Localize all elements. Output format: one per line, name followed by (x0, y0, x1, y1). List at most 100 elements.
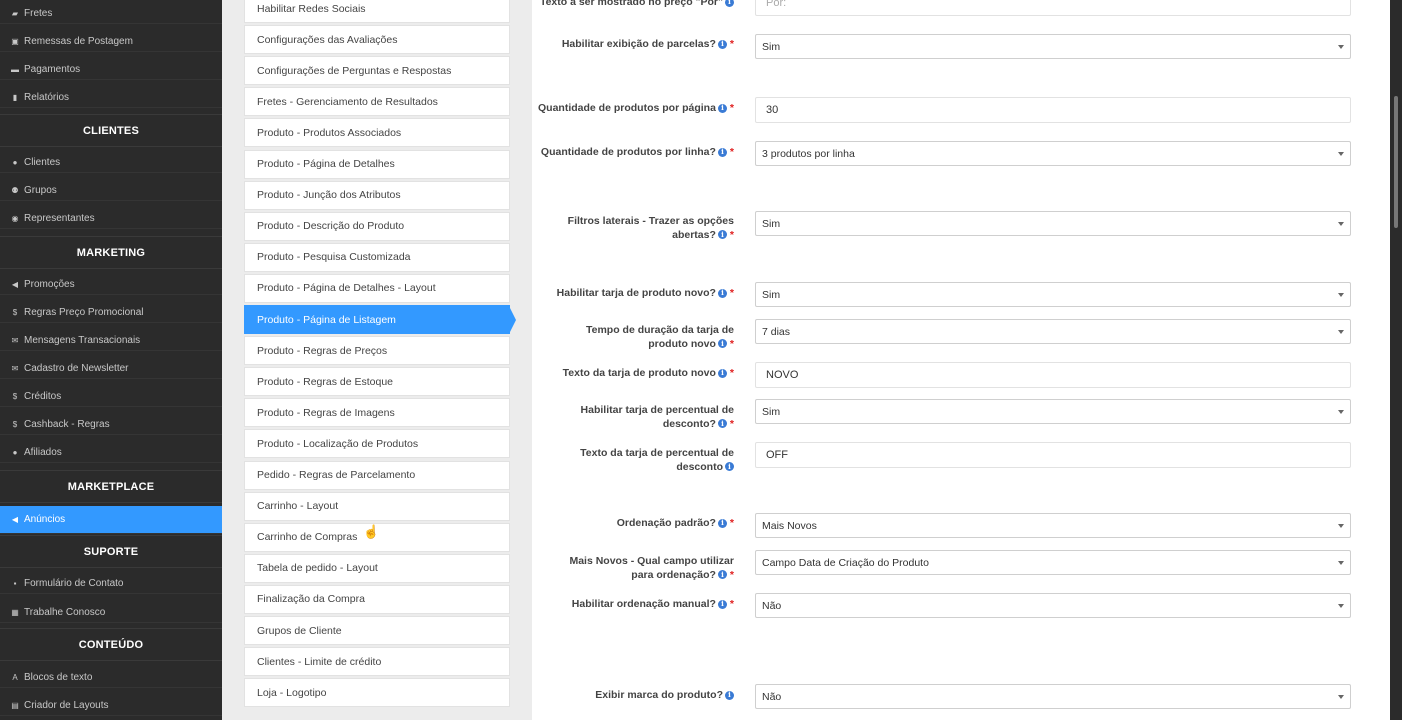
select-field[interactable]: Sim (755, 34, 1351, 59)
sidebar-item-grupos[interactable]: ⚉ Grupos (0, 181, 222, 201)
sidebar-item-criador-de-layouts[interactable]: ▤ Criador de Layouts (0, 696, 222, 716)
text-input[interactable]: OFF (755, 442, 1351, 468)
text-input[interactable]: 30 (755, 97, 1351, 123)
field-label-text: Quantidade de produtos por página (537, 102, 716, 114)
sidebar-item-mensagens-transacionais[interactable]: ✉ Mensagens Transacionais (0, 331, 222, 351)
config-menu-item[interactable]: Produto - Página de Detalhes (244, 149, 510, 179)
info-icon[interactable]: i (717, 599, 727, 609)
sidebar-item-promocoes[interactable]: ◀ Promoções (0, 275, 222, 295)
field-label: Habilitar tarja de produto novo? i * (534, 287, 734, 301)
sidebar-item-trabalhe-conosco[interactable]: ▦ Trabalhe Conosco (0, 603, 222, 623)
config-menu-item[interactable]: Tabela de pedido - Layout (244, 553, 510, 583)
field-label: Texto da tarja de produto novo i * (534, 367, 734, 381)
select-field[interactable]: Não (755, 684, 1351, 709)
required-asterisk: * (729, 102, 734, 114)
sidebar-item-anuncios[interactable]: ◀ Anúncios (0, 506, 222, 534)
field-label-text: produto novo (648, 337, 716, 350)
info-icon[interactable]: i (717, 419, 727, 429)
chevron-down-icon (1338, 695, 1344, 699)
config-menu-item[interactable]: Produto - Pesquisa Customizada (244, 242, 510, 272)
select-field[interactable]: 7 dias (755, 319, 1351, 344)
sidebar-item-clientes[interactable]: ● Clientes (0, 153, 222, 173)
sidebar-item-pagamentos[interactable]: ▬ Pagamentos (0, 60, 222, 80)
sidebar-item-label: Anúncios (24, 514, 66, 525)
config-menu-item[interactable]: Produto - Regras de Estoque (244, 367, 510, 397)
select-value: Sim (762, 288, 781, 301)
info-icon[interactable]: i (717, 570, 727, 580)
sidebar-item-formulario-de-contato[interactable]: ▪ Formulário de Contato (0, 574, 222, 594)
required-asterisk: * (729, 517, 734, 529)
sidebar-item-label: Representantes (24, 213, 95, 224)
config-menu-item[interactable]: Configurações de Perguntas e Respostas (244, 56, 510, 86)
info-icon[interactable]: i (725, 462, 734, 472)
info-icon[interactable]: i (717, 39, 727, 49)
select-value: Sim (762, 405, 781, 418)
sidebar-item-creditos[interactable]: $ Créditos (0, 387, 222, 407)
config-menu-item[interactable]: Configurações das Avaliações (244, 25, 510, 55)
required-asterisk: * (729, 417, 734, 430)
sidebar-item-blocos-de-texto[interactable]: A Blocos de texto (0, 668, 222, 688)
font-icon: A (12, 673, 18, 682)
config-menu-item[interactable]: Carrinho - Layout (244, 491, 510, 521)
field-label-text: Texto da tarja de percentual de (580, 447, 734, 459)
sidebar-item-remessas-de-postagem[interactable]: ▣ Remessas de Postagem (0, 32, 222, 52)
config-menu-item[interactable]: Grupos de Cliente (244, 616, 510, 645)
select-field[interactable]: Sim (755, 282, 1351, 307)
sidebar-item-cadastro-de-newsletter[interactable]: ✉ Cadastro de Newsletter (0, 359, 222, 379)
field-label-text: Filtros laterais - Trazer as opções (567, 215, 734, 227)
info-icon[interactable]: i (717, 288, 727, 298)
config-menu-item[interactable]: Produto - Página de Listagem (244, 305, 516, 334)
config-menu-item[interactable]: Produto - Regras de Preços (244, 336, 510, 366)
config-menu-item[interactable]: Produto - Junção dos Atributos (244, 180, 510, 210)
config-menu-item[interactable]: Fretes - Gerenciamento de Resultados (244, 87, 510, 117)
config-menu-item[interactable]: Pedido - Regras de Parcelamento (244, 460, 510, 490)
sidebar-item-fretes[interactable]: ▰ Fretes (0, 4, 222, 24)
field-label-text: Habilitar ordenação manual? (571, 598, 716, 610)
text-input[interactable]: NOVO (755, 362, 1351, 388)
comment-icon: ▪ (13, 579, 17, 588)
info-icon[interactable]: i (725, 0, 734, 7)
info-icon[interactable]: i (725, 690, 734, 700)
select-field[interactable]: Sim (755, 211, 1351, 236)
info-icon[interactable]: i (717, 147, 727, 157)
select-field[interactable]: 3 produtos por linha (755, 141, 1351, 166)
field-label-text: Exibir marca do produto? (595, 689, 723, 701)
config-menu-item[interactable]: Clientes - Limite de crédito (244, 647, 510, 677)
sidebar-item-relatorios[interactable]: ▮ Relatórios (0, 88, 222, 108)
info-icon[interactable]: i (717, 230, 727, 240)
select-field[interactable]: Não (755, 593, 1351, 618)
config-menu-item[interactable]: Produto - Produtos Associados (244, 118, 510, 148)
config-menu-item[interactable]: Produto - Página de Detalhes - Layout (244, 273, 510, 303)
config-menu-item[interactable]: Habilitar Redes Sociais (244, 0, 510, 23)
config-menu-item[interactable]: Produto - Localização de Produtos (244, 429, 510, 459)
sidebar-item-cashback-regras[interactable]: $ Cashback - Regras (0, 415, 222, 435)
sidebar-item-regras-preco-promocional[interactable]: $ Regras Preço Promocional (0, 303, 222, 323)
scrollbar-thumb[interactable] (1394, 96, 1398, 228)
envelope-icon: ✉ (11, 364, 19, 373)
scrollbar[interactable] (1390, 0, 1402, 720)
sidebar-item-label: Criador de Layouts (24, 700, 109, 711)
field-label: Filtros laterais - Trazer as opções abert… (534, 215, 734, 242)
field-label: Tempo de duração da tarja de produto novo… (534, 324, 734, 351)
select-field[interactable]: Mais Novos (755, 513, 1351, 538)
sidebar-item-afiliados[interactable]: ● Afiliados (0, 443, 222, 463)
truck-icon: ▰ (11, 9, 19, 18)
sidebar-item-representantes[interactable]: ◉ Representantes (0, 209, 222, 229)
select-value: Sim (762, 40, 781, 53)
info-icon[interactable]: i (717, 368, 727, 378)
user-circle-icon: ◉ (11, 214, 19, 223)
chevron-down-icon (1338, 222, 1344, 226)
info-icon[interactable]: i (717, 103, 727, 113)
sidebar-item-label: Formulário de Contato (24, 578, 124, 589)
text-input[interactable]: Por: (755, 0, 1351, 16)
select-field[interactable]: Sim (755, 399, 1351, 424)
select-field[interactable]: Campo Data de Criação do Produto (755, 550, 1351, 575)
config-menu-item[interactable]: Produto - Regras de Imagens (244, 398, 510, 428)
info-icon[interactable]: i (717, 518, 727, 528)
config-menu-item[interactable]: Finalização da Compra (244, 584, 510, 614)
field-label-text: desconto (676, 460, 723, 473)
config-menu-item[interactable]: Loja - Logotipo (244, 678, 510, 708)
required-asterisk: * (729, 367, 734, 379)
info-icon[interactable]: i (717, 339, 727, 349)
config-menu-item[interactable]: Produto - Descrição do Produto (244, 211, 510, 241)
